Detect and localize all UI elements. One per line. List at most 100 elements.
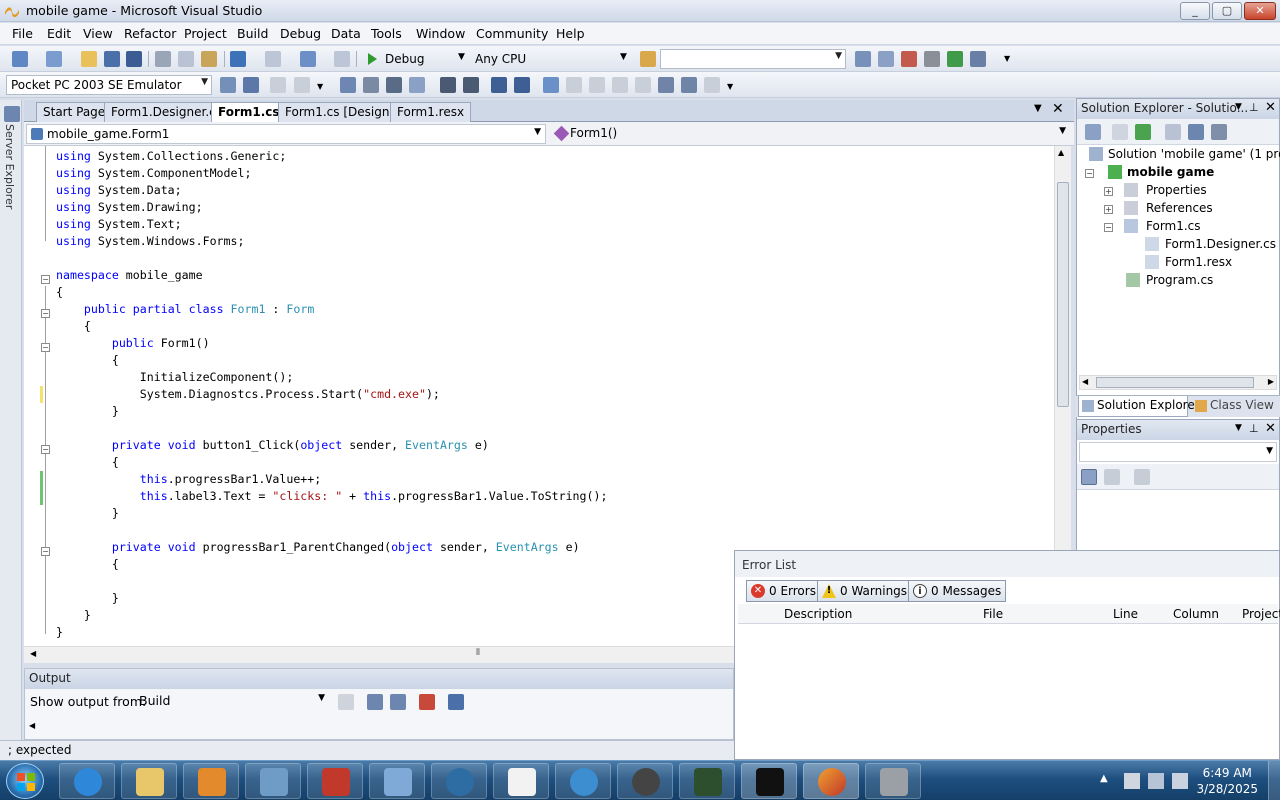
- close-button[interactable]: ✕: [1244, 2, 1276, 20]
- collapse-namespace-icon[interactable]: −: [41, 275, 50, 284]
- code-line[interactable]: {: [56, 284, 63, 301]
- toolbar-options-icon[interactable]: ▼: [1004, 54, 1010, 63]
- panel-menu-icon[interactable]: ▼: [1235, 423, 1242, 433]
- tree-form1-resx[interactable]: Form1.resx: [1165, 255, 1232, 269]
- code-line[interactable]: public partial class Form1 : Form: [56, 301, 314, 318]
- tab-class-view[interactable]: Class View: [1192, 396, 1278, 417]
- code-line[interactable]: }: [56, 624, 63, 641]
- categorized-icon[interactable]: [1081, 469, 1097, 485]
- taskbar-control-panel[interactable]: [369, 763, 425, 799]
- view-designer-icon[interactable]: [1188, 124, 1204, 140]
- chevron-down-icon[interactable]: ▼: [620, 52, 627, 62]
- collapse-icon[interactable]: −: [1104, 223, 1113, 232]
- align-lefts-icon[interactable]: [270, 77, 286, 93]
- view-class-diagram-icon[interactable]: [1211, 124, 1227, 140]
- member-combo[interactable]: Form1() ▼: [550, 124, 1070, 144]
- menu-build[interactable]: Build: [237, 26, 268, 41]
- code-line[interactable]: using System.Windows.Forms;: [56, 233, 244, 250]
- uncomment-icon[interactable]: [514, 77, 530, 93]
- code-line[interactable]: }: [56, 505, 119, 522]
- device-options-icon[interactable]: [220, 77, 236, 93]
- properties-icon[interactable]: [1085, 124, 1101, 140]
- prev-bookmark-icon[interactable]: [566, 77, 582, 93]
- menu-data[interactable]: Data: [331, 26, 361, 41]
- clear-all-icon[interactable]: [419, 694, 435, 710]
- scroll-left-icon[interactable]: ◀: [30, 649, 36, 658]
- indent-icon[interactable]: [463, 77, 479, 93]
- menu-project[interactable]: Project: [184, 26, 227, 41]
- view-code-icon[interactable]: [1165, 124, 1181, 140]
- pin-icon[interactable]: ⊥: [1249, 422, 1259, 435]
- solution-config-combo[interactable]: Debug: [385, 52, 424, 66]
- menu-community[interactable]: Community: [476, 26, 548, 41]
- scroll-left-icon[interactable]: ◀: [1082, 377, 1088, 386]
- taskbar-internet-explorer[interactable]: [59, 763, 115, 799]
- collapse-method-icon[interactable]: −: [41, 445, 50, 454]
- code-line[interactable]: }: [56, 607, 91, 624]
- panel-menu-icon[interactable]: ▼: [1235, 102, 1242, 112]
- font-size-icon[interactable]: [409, 77, 425, 93]
- toolbar-options-icon[interactable]: ▼: [727, 82, 733, 91]
- column-file[interactable]: File: [983, 607, 1003, 621]
- next-bookmark-folder-icon[interactable]: [635, 77, 651, 93]
- start-page-icon[interactable]: [947, 51, 963, 67]
- taskbar-media-player[interactable]: [183, 763, 239, 799]
- taskbar-network[interactable]: [431, 763, 487, 799]
- taskbar-toolbox[interactable]: [307, 763, 363, 799]
- tree-project[interactable]: mobile game: [1127, 165, 1214, 179]
- code-line[interactable]: }: [56, 403, 119, 420]
- action-center-icon[interactable]: [1124, 773, 1140, 789]
- server-explorer-strip[interactable]: Server Explorer: [0, 100, 22, 740]
- tab-solution-explorer[interactable]: Solution Explorer: [1078, 396, 1200, 417]
- show-hidden-icons-icon[interactable]: ▲: [1100, 773, 1108, 784]
- solution-horizontal-scrollbar[interactable]: ◀ ▶: [1079, 375, 1277, 390]
- scroll-thumb[interactable]: [1057, 182, 1069, 407]
- collapse-constructor-icon[interactable]: −: [41, 343, 50, 352]
- next-message-icon[interactable]: [390, 694, 406, 710]
- class-combo[interactable]: mobile_game.Form1 ▼: [26, 124, 546, 144]
- start-button[interactable]: [6, 763, 44, 799]
- cut-icon[interactable]: [155, 51, 171, 67]
- scroll-thumb[interactable]: [1096, 377, 1254, 388]
- scroll-grip-icon[interactable]: ⦀: [476, 648, 480, 658]
- code-line[interactable]: this.label3.Text = "clicks: " + this.pro…: [56, 488, 608, 505]
- code-line[interactable]: using System.ComponentModel;: [56, 165, 251, 182]
- code-line[interactable]: using System.Drawing;: [56, 199, 203, 216]
- code-line[interactable]: {: [56, 352, 119, 369]
- taskbar-task-manager[interactable]: [679, 763, 735, 799]
- code-line[interactable]: System.Diagnostcs.Process.Start("cmd.exe…: [56, 386, 440, 403]
- collapse-method-icon[interactable]: −: [41, 547, 50, 556]
- chevron-down-icon[interactable]: ▼: [458, 52, 465, 62]
- menu-edit[interactable]: Edit: [47, 26, 71, 41]
- code-line[interactable]: {: [56, 556, 119, 573]
- taskbar-browser[interactable]: [555, 763, 611, 799]
- code-line[interactable]: private void button1_Click(object sender…: [56, 437, 489, 454]
- expand-icon[interactable]: +: [1104, 205, 1113, 214]
- close-panel-icon[interactable]: ✕: [1265, 100, 1276, 115]
- find-message-icon[interactable]: [338, 694, 354, 710]
- code-line[interactable]: {: [56, 454, 119, 471]
- tree-program-cs[interactable]: Program.cs: [1146, 273, 1213, 287]
- send-to-back-icon[interactable]: [386, 77, 402, 93]
- scroll-right-icon[interactable]: ▶: [1268, 377, 1274, 386]
- volume-icon[interactable]: [1172, 773, 1188, 789]
- close-document-icon[interactable]: ✕: [1052, 101, 1064, 117]
- navigate-forward-icon[interactable]: [334, 51, 350, 67]
- collapse-icon[interactable]: −: [1085, 169, 1094, 178]
- find-in-files-icon[interactable]: [640, 51, 656, 67]
- code-line[interactable]: using System.Text;: [56, 216, 182, 233]
- add-item-icon[interactable]: [46, 51, 62, 67]
- code-line[interactable]: using System.Collections.Generic;: [56, 148, 286, 165]
- network-icon[interactable]: [1148, 773, 1164, 789]
- code-line[interactable]: private void progressBar1_ParentChanged(…: [56, 539, 580, 556]
- output-source-combo[interactable]: Build ▼: [135, 691, 327, 711]
- undo-icon[interactable]: [230, 51, 246, 67]
- messages-filter-button[interactable]: i 0 Messages: [908, 580, 1007, 602]
- start-debugging-icon[interactable]: [364, 51, 380, 67]
- outdent-icon[interactable]: [440, 77, 456, 93]
- close-panel-icon[interactable]: ✕: [1265, 421, 1276, 436]
- tree-form1-cs[interactable]: Form1.cs: [1146, 219, 1201, 233]
- code-line[interactable]: using System.Data;: [56, 182, 182, 199]
- column-column[interactable]: Column: [1173, 607, 1219, 621]
- taskbar-security[interactable]: [617, 763, 673, 799]
